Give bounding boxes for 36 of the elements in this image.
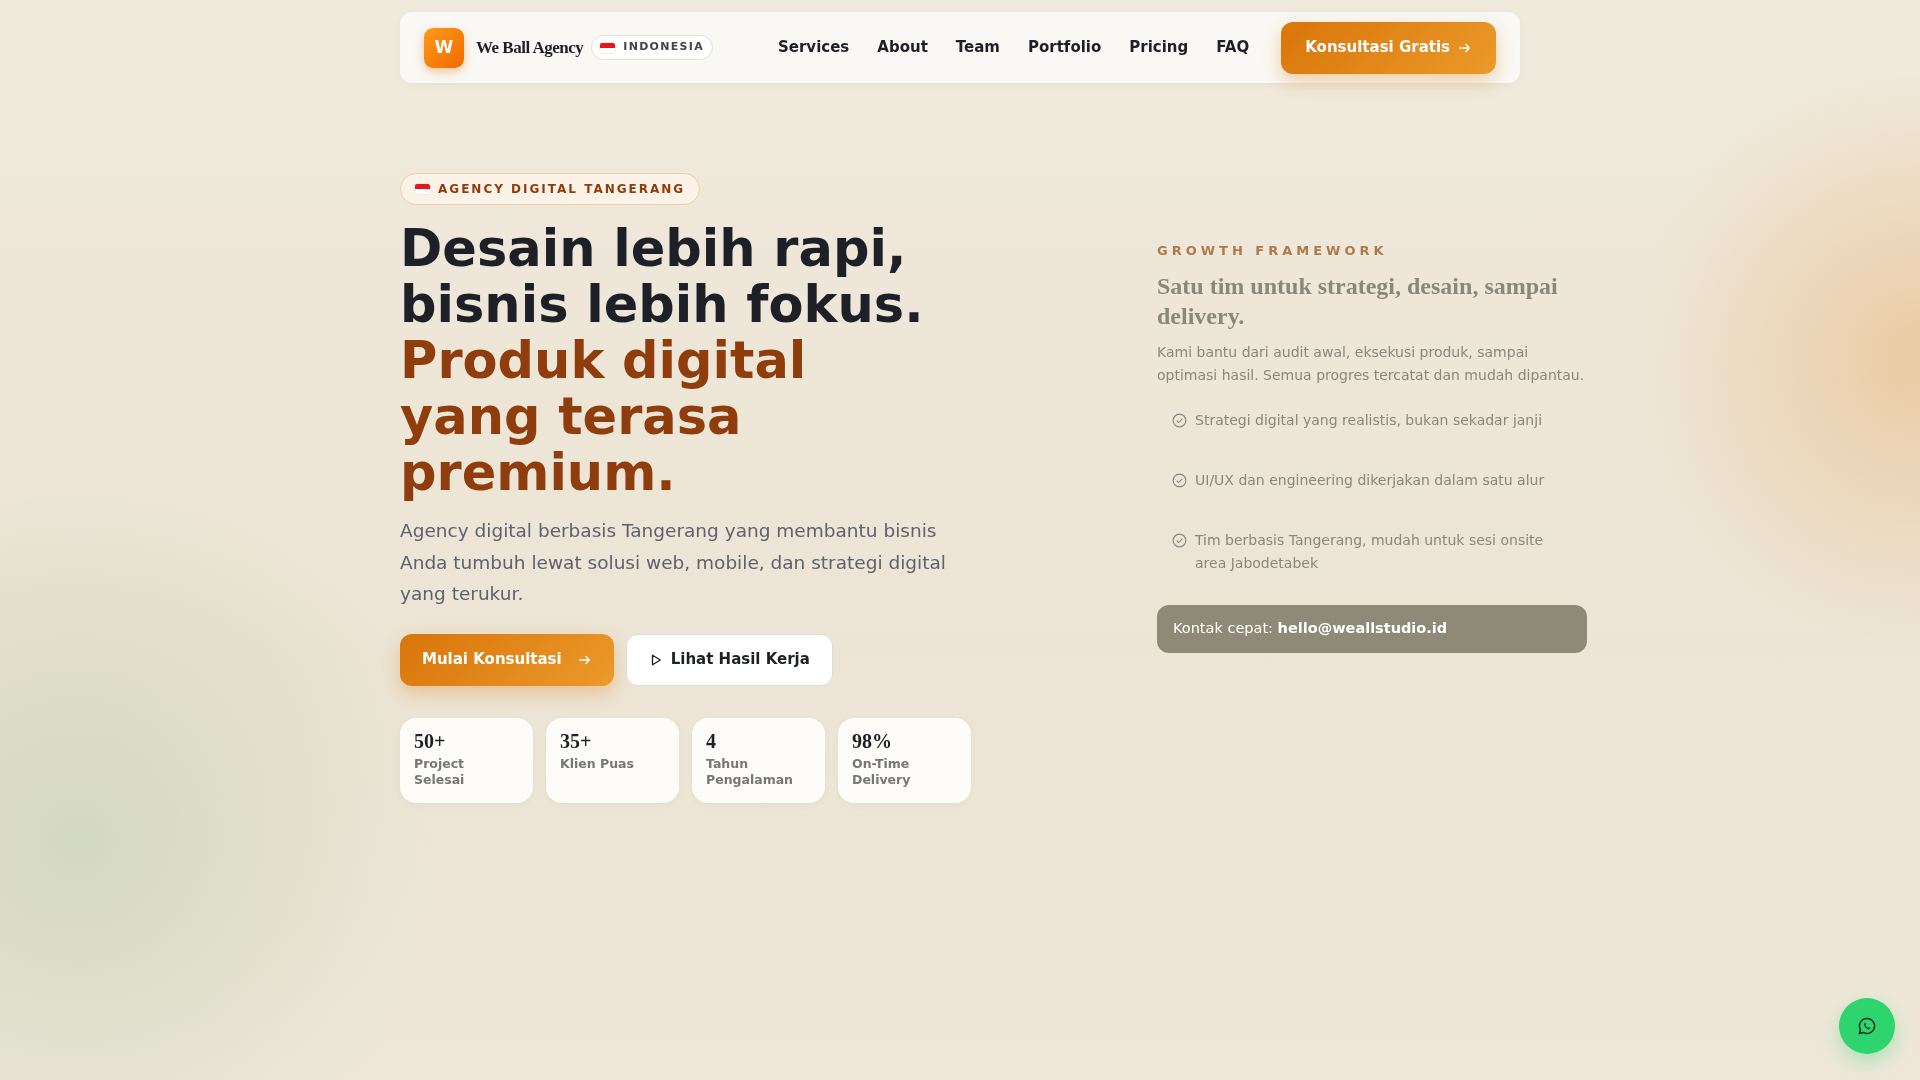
stat-label: Klien Puas [560, 755, 635, 772]
location-badge: AGENCY DIGITAL TANGERANG [400, 173, 701, 205]
stat-value: 50+ [414, 729, 447, 752]
section-description: Kami bantu dari audit awal, eksekusi produk, sampai optimasi hasil. Semua progres tercatat dan mudah dipantau. [1157, 342, 1586, 385]
stat-label: On-Time Delivery [852, 755, 912, 788]
stat-label: Project Selesai [414, 755, 466, 788]
check-circle-icon [1172, 532, 1187, 548]
hero-heading: bisnis lebih fokus. [400, 277, 925, 333]
contact-text: Kontak cepat: hello@weallstudio.id [1157, 604, 1587, 653]
feature-point: Tim berbasis Tangerang, mudah untuk sesi onsite area Jabodetabek [1195, 530, 1545, 573]
nav-link[interactable]: FAQ [1216, 36, 1250, 59]
flag-icon [415, 184, 430, 194]
chat-button[interactable] [1839, 998, 1895, 1054]
stat-value: 35+ [560, 729, 593, 752]
check-circle-icon [1172, 472, 1187, 488]
nav-link[interactable]: Team [955, 36, 1000, 59]
hero-heading: Produk digital yang terasa premium. [400, 333, 808, 501]
check-circle-icon [1172, 412, 1187, 428]
flag-icon [600, 42, 616, 53]
feature-point: Strategi digital yang realistis, bukan sekadar janji [1195, 410, 1543, 430]
section-title: Satu tim untuk strategi, desain, sampai delivery. [1157, 271, 1559, 331]
section-eyebrow: GROWTH FRAMEWORK [1157, 242, 1389, 260]
nav-link[interactable]: Pricing [1129, 36, 1189, 59]
hero-description: Agency digital berbasis Tangerang yang membantu bisnis Anda tumbuh lewat solusi web, mobile, dan strategi digital yang terukur. [400, 519, 947, 606]
brand-name: We Ball Agency [476, 36, 584, 59]
nav-link[interactable]: Portfolio [1028, 36, 1102, 59]
nav-link[interactable]: About [877, 36, 928, 59]
feature-point: UI/UX dan engineering dikerjakan dalam satu alur [1195, 470, 1545, 490]
whatsapp-icon [1857, 1016, 1877, 1036]
view-work-button[interactable]: Lihat Hasil Kerja [625, 633, 833, 686]
stat-label: Tahun Pengalaman [706, 755, 794, 788]
stat-value: 98% [852, 729, 893, 752]
stat-value: 4 [706, 729, 717, 752]
nav-link[interactable]: Services [778, 36, 850, 59]
country-badge: INDONESIA [591, 35, 713, 60]
hero-heading: Desain lebih rapi, [400, 221, 908, 277]
